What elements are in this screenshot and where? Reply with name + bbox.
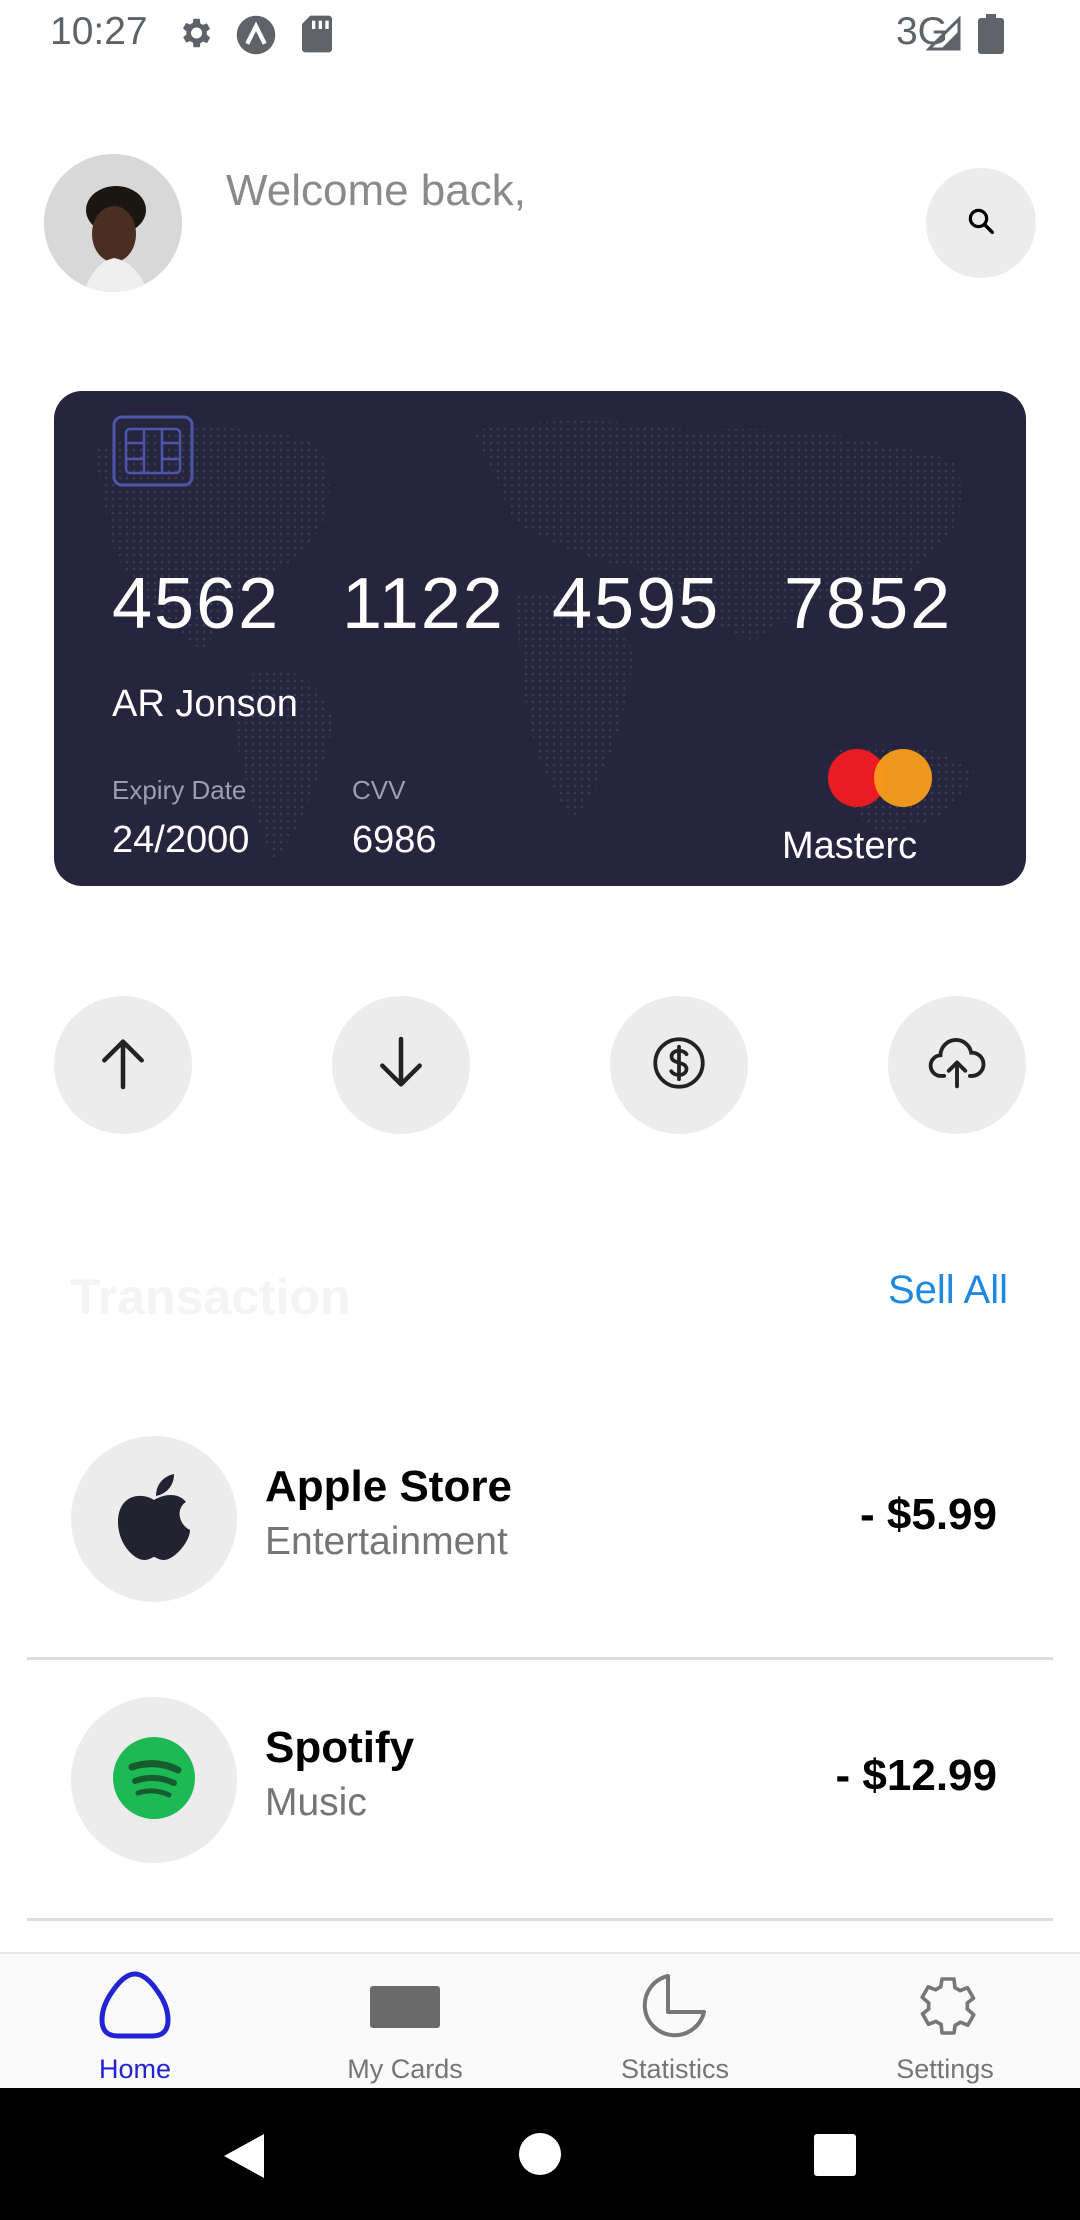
sd-card-icon bbox=[300, 14, 334, 59]
see-all-link[interactable]: Sell All bbox=[888, 1268, 1008, 1313]
transaction-row[interactable]: Spotify Music - $12.99 bbox=[27, 1661, 1053, 1921]
divider bbox=[27, 1918, 1053, 1921]
transaction-name: Apple Store bbox=[265, 1462, 512, 1511]
card-number-group-2: 1122 bbox=[342, 564, 505, 644]
card-brand: Masterc bbox=[782, 825, 918, 867]
transaction-logo bbox=[71, 1436, 237, 1602]
send-button[interactable] bbox=[54, 996, 192, 1134]
home-circle-icon[interactable] bbox=[518, 2132, 562, 2181]
transaction-logo bbox=[71, 1697, 237, 1863]
cvv-value: 6986 bbox=[352, 819, 437, 861]
nav-item-home[interactable]: Home bbox=[0, 1954, 270, 2090]
welcome-text: Welcome back, bbox=[226, 166, 526, 215]
spotify-icon bbox=[112, 1736, 196, 1825]
recents-icon[interactable] bbox=[814, 2134, 856, 2181]
nav-item-statistics[interactable]: Statistics bbox=[540, 1954, 810, 2090]
card-number-group-1: 4562 bbox=[112, 564, 281, 644]
transaction-category: Music bbox=[265, 1781, 367, 1824]
divider bbox=[27, 1657, 1053, 1660]
dollar-icon bbox=[649, 1033, 709, 1098]
transaction-row[interactable]: Apple Store Entertainment - $5.99 bbox=[27, 1400, 1053, 1660]
nav-label-my-cards: My Cards bbox=[347, 2054, 463, 2084]
card-icon bbox=[270, 1970, 540, 2048]
cloud-upload-icon bbox=[926, 1032, 988, 1099]
settings-icon bbox=[810, 1970, 1080, 2048]
arrow-up-icon bbox=[91, 1031, 155, 1100]
nav-item-my-cards[interactable]: My Cards bbox=[270, 1954, 540, 2090]
card-holder-name: AR Jonson bbox=[112, 683, 298, 725]
apple-icon bbox=[112, 1472, 196, 1567]
transaction-category: Entertainment bbox=[265, 1520, 508, 1563]
nav-label-statistics: Statistics bbox=[620, 2054, 730, 2084]
credit-card[interactable]: 4562 1122 4595 7852 AR Jonson Expiry Dat… bbox=[54, 391, 1026, 886]
cvv-label: CVV bbox=[352, 775, 406, 805]
receive-button[interactable] bbox=[332, 996, 470, 1134]
arrow-down-icon bbox=[369, 1031, 433, 1100]
bottom-nav: Home My Cards Statistics Settings bbox=[0, 1952, 1080, 2090]
card-number-group-3: 4595 bbox=[552, 564, 721, 644]
transaction-amount: - $12.99 bbox=[835, 1751, 997, 1800]
transaction-amount: - $5.99 bbox=[860, 1490, 997, 1539]
expiry-label: Expiry Date bbox=[112, 775, 247, 805]
search-button[interactable] bbox=[926, 168, 1036, 278]
search-icon bbox=[966, 206, 996, 241]
transaction-name: Spotify bbox=[265, 1723, 415, 1772]
battery-icon bbox=[978, 14, 1004, 59]
chip-icon bbox=[112, 415, 194, 487]
app-a-icon bbox=[235, 14, 277, 61]
payment-button[interactable] bbox=[610, 996, 748, 1134]
back-icon[interactable] bbox=[222, 2132, 266, 2185]
nav-item-settings[interactable]: Settings bbox=[810, 1954, 1080, 2090]
transactions-title: Transaction bbox=[70, 1269, 351, 1325]
nav-label-home: Home bbox=[98, 2054, 172, 2084]
expiry-value: 24/2000 bbox=[112, 819, 250, 861]
status-time: 10:27 bbox=[50, 10, 148, 53]
system-nav-bar bbox=[0, 2088, 1080, 2220]
card-number-group-4: 7852 bbox=[784, 564, 953, 644]
upload-button[interactable] bbox=[888, 996, 1026, 1134]
home-icon bbox=[0, 1970, 270, 2048]
mastercard-logo-orange bbox=[874, 749, 932, 807]
avatar[interactable] bbox=[44, 154, 182, 292]
signal-icon bbox=[925, 15, 962, 57]
nav-label-settings: Settings bbox=[896, 2054, 994, 2084]
gear-icon bbox=[176, 14, 214, 57]
status-bar: 10:27 3G bbox=[0, 0, 1080, 66]
pie-chart-icon bbox=[540, 1970, 810, 2048]
